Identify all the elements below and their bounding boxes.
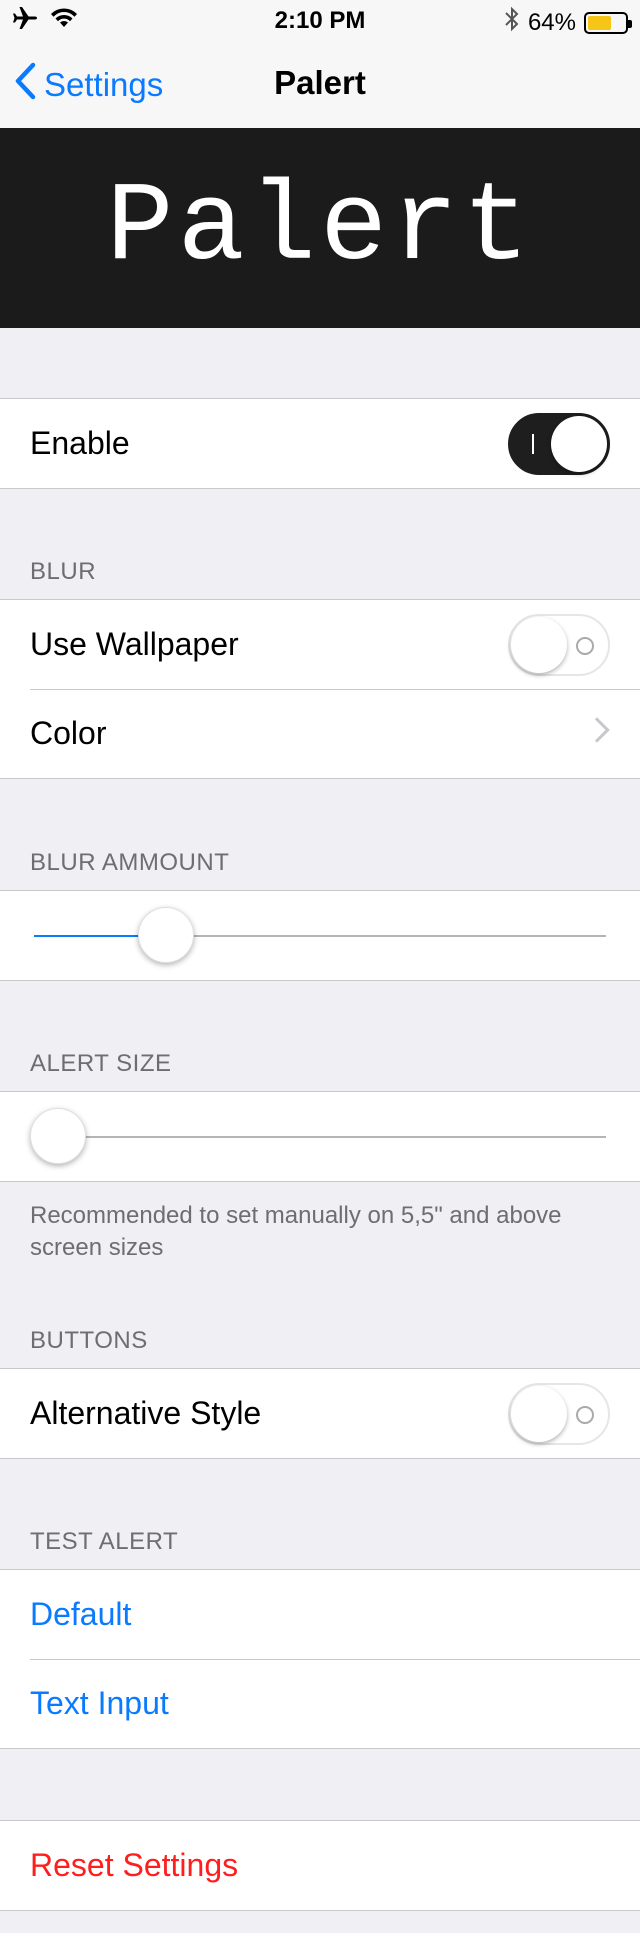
- blur-amount-group: [0, 890, 640, 981]
- test-alert-section-header: TEST ALERT: [30, 1528, 179, 1555]
- alert-size-slider-thumb[interactable]: [30, 1108, 86, 1164]
- color-label: Color: [30, 715, 107, 751]
- alert-size-group: [0, 1091, 640, 1182]
- alert-size-cell: [0, 1092, 640, 1181]
- status-bar: 2:10 PM 64%: [0, 0, 640, 40]
- test-alert-group: Default Text Input: [0, 1569, 640, 1749]
- alert-size-track[interactable]: [34, 1136, 606, 1138]
- buttons-section-header: BUTTONS: [30, 1327, 148, 1354]
- use-wallpaper-label: Use Wallpaper: [30, 626, 239, 662]
- buttons-group: Alternative Style: [0, 1368, 640, 1459]
- text-input-alert-button[interactable]: Text Input: [0, 1659, 640, 1748]
- alert-size-footer: Recommended to set manually on 5,5" and …: [30, 1202, 562, 1261]
- alternative-style-cell: Alternative Style: [0, 1369, 640, 1458]
- page-title: Palert: [274, 64, 366, 101]
- bluetooth-icon: [504, 6, 520, 39]
- blur-amount-slider-thumb[interactable]: [137, 907, 194, 963]
- enable-group: Enable: [0, 398, 640, 489]
- navigation-bar: Settings Palert: [0, 40, 640, 128]
- blur-amount-track[interactable]: [34, 935, 606, 937]
- use-wallpaper-cell: Use Wallpaper: [0, 600, 640, 689]
- reset-settings-button[interactable]: Reset Settings: [0, 1821, 640, 1910]
- blur-group: Use Wallpaper Color: [0, 599, 640, 779]
- battery-fill: [588, 15, 612, 30]
- enable-switch[interactable]: [508, 413, 610, 475]
- alert-size-section-header: ALERT SIZE: [30, 1050, 172, 1077]
- blur-section-header: BLUR: [30, 558, 97, 585]
- enable-label: Enable: [30, 425, 130, 461]
- battery-icon: [584, 11, 632, 34]
- blur-amount-cell: [0, 891, 640, 980]
- header-banner: Palert: [0, 128, 640, 328]
- blur-amount-section-header: BLUR AMMOUNT: [30, 849, 230, 876]
- use-wallpaper-switch[interactable]: [508, 614, 610, 676]
- enable-cell: Enable: [0, 399, 640, 488]
- reset-group: Reset Settings: [0, 1820, 640, 1911]
- color-cell[interactable]: Color: [0, 689, 640, 778]
- status-right: 64%: [504, 6, 632, 39]
- alternative-style-switch[interactable]: [508, 1383, 610, 1445]
- default-alert-button[interactable]: Default: [0, 1570, 640, 1659]
- battery-percent: 64%: [527, 8, 576, 36]
- alternative-style-label: Alternative Style: [30, 1395, 262, 1431]
- chevron-right-icon: [584, 717, 610, 743]
